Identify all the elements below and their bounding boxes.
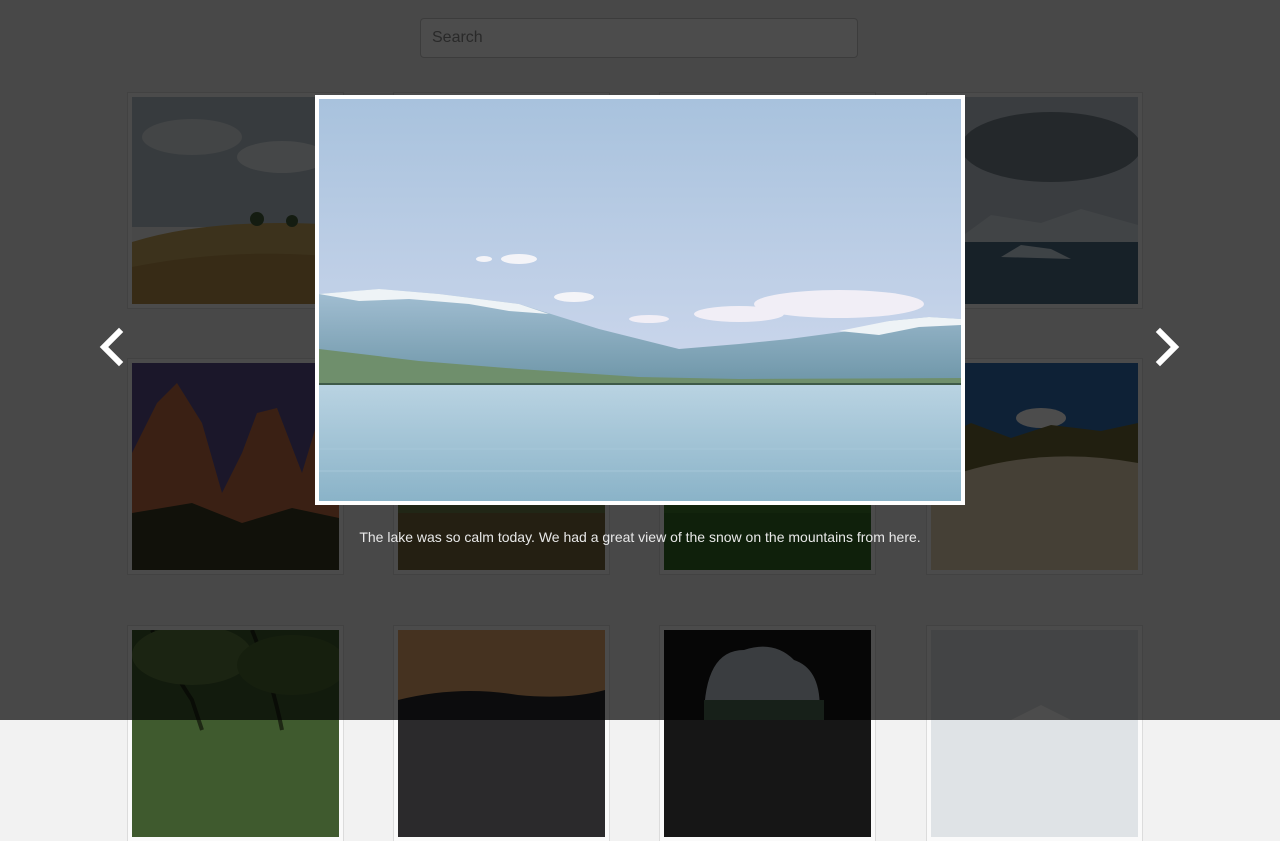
lightbox-caption: The lake was so calm today. We had a gre… xyxy=(359,529,921,545)
chevron-right-icon xyxy=(1155,327,1180,367)
chevron-left-icon xyxy=(99,327,124,367)
lightbox-image xyxy=(315,95,965,505)
lightbox-next-button[interactable] xyxy=(1148,322,1188,372)
lightbox-prev-button[interactable] xyxy=(91,322,131,372)
